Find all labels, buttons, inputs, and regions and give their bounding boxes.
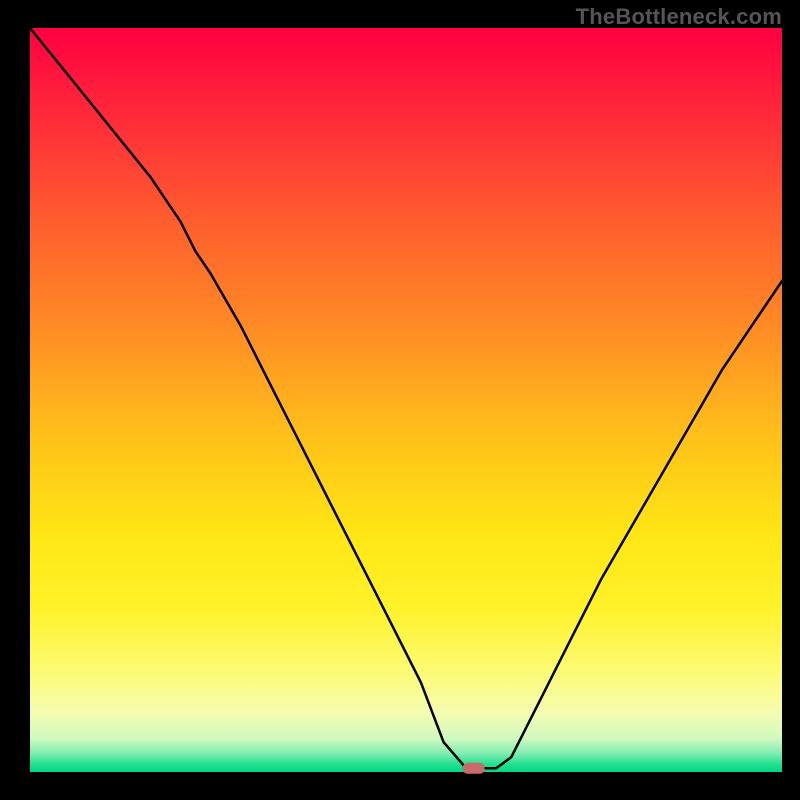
bottleneck-chart: TheBottleneck.com	[0, 0, 800, 800]
plot-area	[30, 28, 782, 772]
chart-svg	[0, 0, 800, 800]
optimal-marker	[463, 763, 485, 774]
watermark-text: TheBottleneck.com	[576, 4, 782, 30]
